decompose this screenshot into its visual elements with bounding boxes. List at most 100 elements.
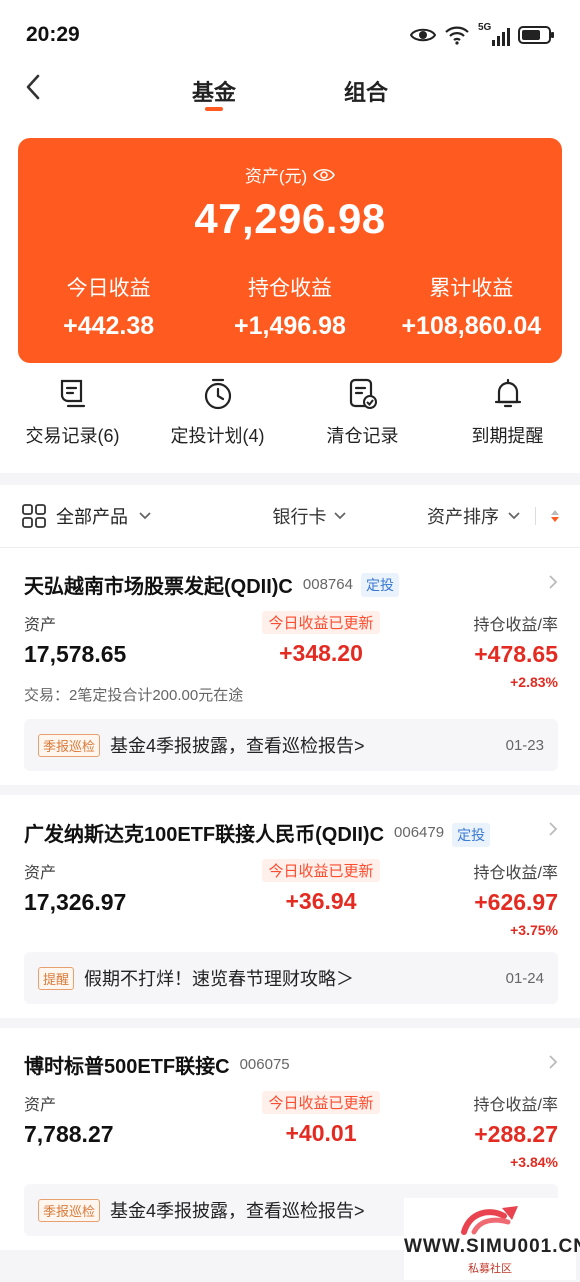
eye-toggle-icon[interactable] bbox=[313, 167, 336, 183]
summary-area: 资产(元) 47,296.98 今日收益 +442.38 持仓收益 +1,496… bbox=[0, 120, 580, 363]
logo-icon bbox=[461, 1206, 518, 1235]
chevron-down-icon bbox=[139, 512, 151, 520]
fund-holding-gain: +288.27 bbox=[474, 1121, 558, 1147]
sort-order-icon[interactable] bbox=[550, 509, 560, 523]
chevron-down-icon bbox=[508, 512, 520, 520]
holding-label: 持仓收益/率 bbox=[473, 1097, 558, 1114]
fund-asset: 7,788.27 bbox=[24, 1121, 114, 1147]
stat-today[interactable]: 今日收益 +442.38 bbox=[18, 272, 199, 341]
status-bar: 20:29 5G bbox=[0, 0, 580, 70]
today-updated-badge: 今日收益已更新 bbox=[262, 611, 380, 634]
notice-tag: 提醒 bbox=[38, 966, 75, 990]
stat-holding[interactable]: 持仓收益 +1,496.98 bbox=[199, 272, 380, 341]
receipt-icon bbox=[60, 379, 85, 408]
chevron-down-icon bbox=[333, 512, 346, 520]
quick-actions: 交易记录(6) 定投计划(4) 清仓记录 到期提醒 bbox=[0, 363, 580, 473]
signal-icon: 5G bbox=[478, 22, 510, 46]
asset-label: 资产 bbox=[24, 617, 57, 634]
back-button[interactable] bbox=[18, 72, 48, 102]
watermark-subtext: 私募社区 bbox=[468, 1263, 512, 1275]
asset-label: 资产(元) bbox=[244, 167, 308, 186]
auto-invest-tag: 定投 bbox=[360, 572, 399, 597]
document-check-icon bbox=[349, 378, 377, 409]
clock-icon bbox=[204, 378, 231, 410]
auto-invest-tag: 定投 bbox=[452, 823, 491, 847]
fund-code: 006479 bbox=[394, 823, 445, 841]
bell-icon bbox=[494, 378, 521, 408]
tab-fund[interactable]: 基金 bbox=[192, 70, 236, 116]
top-nav: 基金 组合 bbox=[0, 70, 580, 120]
quick-trade-records[interactable]: 交易记录(6) bbox=[0, 375, 145, 473]
fund-code: 008764 bbox=[302, 576, 353, 593]
quick-clearance-records[interactable]: 清仓记录 bbox=[290, 375, 435, 473]
tab-portfolio[interactable]: 组合 bbox=[344, 70, 388, 116]
filter-all-products[interactable]: 全部产品 bbox=[22, 503, 152, 529]
holding-label: 持仓收益/率 bbox=[473, 617, 558, 634]
notice-tag: 季报巡检 bbox=[38, 1198, 101, 1222]
notice-text: 基金4季报披露，查看巡检报告> bbox=[110, 736, 365, 756]
quick-label: 清仓记录 bbox=[326, 426, 399, 446]
fund-holding-gain: +626.97 bbox=[474, 889, 558, 915]
fund-name: 天弘越南市场股票发起(QDII)C bbox=[24, 576, 293, 598]
fund-name: 博时标普500ETF联接C bbox=[24, 1056, 230, 1078]
quick-label: 交易记录(6) bbox=[25, 426, 120, 446]
grid-icon bbox=[22, 504, 46, 528]
fund-holding-gain: +478.65 bbox=[474, 641, 558, 667]
stat-value: +108,860.04 bbox=[401, 312, 542, 340]
asset-card: 资产(元) 47,296.98 今日收益 +442.38 持仓收益 +1,496… bbox=[18, 138, 562, 363]
status-time: 20:29 bbox=[26, 23, 80, 46]
notice-text: 假期不打烊！速览春节理财攻略＞ bbox=[84, 969, 355, 989]
fund-holding-rate: +3.75% bbox=[510, 922, 558, 938]
notice-tag: 季报巡检 bbox=[38, 733, 101, 757]
filter-bar: 全部产品 银行卡 资产排序 bbox=[0, 485, 580, 548]
today-updated-badge: 今日收益已更新 bbox=[262, 1091, 380, 1114]
asset-label-row: 资产(元) bbox=[18, 162, 562, 187]
quick-maturity-reminder[interactable]: 到期提醒 bbox=[435, 375, 580, 473]
notice-date: 01-23 bbox=[505, 736, 544, 754]
holding-label: 持仓收益/率 bbox=[473, 865, 558, 882]
battery-icon bbox=[518, 26, 554, 44]
fund-notice[interactable]: 提醒 假期不打烊！速览春节理财攻略＞ 01-24 bbox=[24, 952, 558, 1004]
stat-value: +442.38 bbox=[63, 312, 155, 340]
asset-label: 资产 bbox=[24, 1097, 57, 1114]
watermark-text: WWW.SIMU001.CN bbox=[404, 1236, 580, 1257]
watermark: WWW.SIMU001.CN 私募社区 bbox=[404, 1198, 580, 1280]
today-updated-badge: 今日收益已更新 bbox=[262, 859, 380, 882]
stat-value: +1,496.98 bbox=[234, 312, 346, 340]
filter-sort[interactable]: 资产排序 bbox=[427, 503, 560, 529]
divider bbox=[535, 507, 536, 525]
notice-date: 01-24 bbox=[505, 969, 544, 987]
filter-bank-card[interactable]: 银行卡 bbox=[273, 503, 347, 529]
fund-asset: 17,326.97 bbox=[24, 889, 127, 915]
tab-bar: 基金 组合 bbox=[192, 70, 388, 116]
stats-row: 今日收益 +442.38 持仓收益 +1,496.98 累计收益 +108,86… bbox=[18, 272, 562, 341]
chevron-right-icon bbox=[549, 822, 558, 836]
chevron-right-icon bbox=[549, 1055, 558, 1069]
fund-card[interactable]: 广发纳斯达克100ETF联接人民币(QDII)C 006479 定投 资产 17… bbox=[0, 795, 580, 1028]
filter-all-label: 全部产品 bbox=[56, 507, 128, 527]
quick-label: 到期提醒 bbox=[471, 426, 544, 446]
fund-name: 广发纳斯达克100ETF联接人民币(QDII)C bbox=[24, 823, 385, 846]
stat-cumulative[interactable]: 累计收益 +108,860.04 bbox=[381, 272, 562, 341]
chevron-left-icon bbox=[26, 74, 40, 100]
stat-label: 今日收益 bbox=[66, 277, 151, 300]
asset-label: 资产 bbox=[24, 865, 57, 882]
fund-today-gain: +40.01 bbox=[285, 1120, 357, 1146]
wifi-icon bbox=[445, 26, 469, 45]
filter-bank-label: 银行卡 bbox=[272, 507, 327, 527]
fund-today-gain: +36.94 bbox=[285, 888, 357, 914]
fund-holding-rate: +3.84% bbox=[510, 1154, 558, 1170]
fund-card[interactable]: 天弘越南市场股票发起(QDII)C 008764 定投 资产 17,578.65… bbox=[0, 548, 580, 795]
quick-auto-invest[interactable]: 定投计划(4) bbox=[145, 375, 290, 473]
fund-holding-rate: +2.83% bbox=[510, 674, 558, 690]
fund-asset: 17,578.65 bbox=[24, 641, 127, 667]
asset-total: 47,296.98 bbox=[194, 195, 386, 242]
stat-label: 累计收益 bbox=[429, 277, 514, 300]
stat-label: 持仓收益 bbox=[247, 277, 332, 300]
quick-label: 定投计划(4) bbox=[170, 426, 265, 446]
fund-today-gain: +348.20 bbox=[279, 640, 363, 666]
eye-icon bbox=[410, 28, 436, 42]
status-icons: 5G bbox=[410, 22, 556, 46]
chevron-right-icon bbox=[549, 575, 558, 589]
fund-notice[interactable]: 季报巡检 基金4季报披露，查看巡检报告> 01-23 bbox=[24, 719, 558, 771]
